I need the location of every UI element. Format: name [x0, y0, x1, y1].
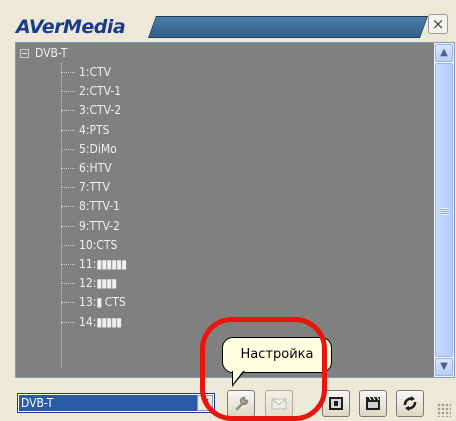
channel-item[interactable]: 9:TTV-2: [61, 217, 120, 235]
close-button[interactable]: ×: [428, 14, 448, 34]
settings-tooltip: Настройка: [222, 337, 332, 373]
channel-label: 12:: [79, 276, 97, 291]
tree-branch-line: [61, 244, 75, 246]
channel-item[interactable]: 3:CTV-2: [61, 101, 121, 119]
tree-branch-line: [61, 206, 75, 208]
scroll-up-button[interactable]: ▲: [435, 44, 453, 62]
record-icon: [329, 397, 343, 410]
channel-label: 11:: [79, 257, 97, 271]
thumb-grip-icon: [441, 208, 449, 215]
channel-label: 6:HTV: [79, 161, 112, 175]
clapper-button[interactable]: [359, 390, 387, 417]
scroll-down-button[interactable]: ▼: [435, 358, 453, 376]
channel-item[interactable]: 1:CTV: [61, 63, 111, 81]
channel-label: 13:: [79, 295, 97, 310]
tree-branch-line: [61, 72, 75, 73]
collapse-icon[interactable]: [20, 49, 29, 58]
wrench-icon: [235, 396, 249, 411]
tree-branch-line: [61, 283, 75, 285]
record-button[interactable]: [322, 390, 350, 417]
channel-label: 3:CTV-2: [79, 103, 122, 118]
channel-list-panel: DVB-T 1:CTV 2:CTV-1 3:CTV-2 4:PTS 5:DiMo 6:HT…: [15, 42, 455, 378]
vertical-scrollbar[interactable]: ▲ ▼: [434, 43, 454, 377]
tree-branch-line: [61, 91, 75, 93]
tooltip-pointer-fill: [233, 371, 243, 384]
channel-item[interactable]: 12:▮▮▮▮: [61, 274, 117, 292]
tree-root-dvbt[interactable]: DVB-T: [20, 45, 67, 61]
channel-label-garbled: ▮▮▮▮▮▮: [96, 257, 127, 271]
title-strip: [147, 16, 429, 38]
tree-branch-line: [61, 225, 75, 227]
message-button[interactable]: [265, 390, 293, 417]
channel-label-garbled: ▮▮▮▮▮: [96, 314, 122, 329]
channel-label: 1:CTV: [79, 65, 112, 79]
channel-label: 2:CTV-1: [79, 84, 122, 99]
dropdown-arrow-icon[interactable]: ▼: [197, 395, 213, 411]
source-select[interactable]: DVB-T ▼: [17, 393, 215, 413]
channel-label: 4:PTS: [79, 122, 110, 137]
channel-label: 9:TTV-2: [79, 218, 120, 233]
channel-label: 8:TTV-1: [79, 199, 120, 214]
channel-item[interactable]: 2:CTV-1: [61, 82, 121, 100]
title-bar[interactable]: AVerMedia: [6, 6, 450, 40]
tree-root-label: DVB-T: [35, 46, 68, 60]
envelope-icon: [271, 398, 287, 410]
channel-item[interactable]: 5:DiMo: [61, 140, 117, 158]
tree-branch-line: [61, 321, 75, 323]
avermedia-logo: AVerMedia: [16, 16, 126, 38]
tree-branch-line: [61, 110, 75, 112]
channel-item[interactable]: 4:PTS: [61, 121, 109, 139]
refresh-icon: [403, 396, 417, 411]
channel-label-suffix: CTS: [101, 295, 126, 310]
tree-branch-line: [61, 302, 75, 304]
clapper-icon: [366, 396, 380, 410]
tree-branch-line: [61, 168, 75, 169]
channel-label: 10:CTS: [79, 237, 118, 252]
source-selected-value: DVB-T: [19, 395, 198, 411]
avermedia-window: AVerMedia × DVB-T 1:CTV 2:CTV-1 3:CTV-2 4:P…: [0, 0, 456, 421]
channel-item[interactable]: 13:▮ CTS: [61, 293, 126, 311]
tree-branch-line: [61, 129, 75, 131]
channel-item[interactable]: 10:CTS: [61, 236, 117, 254]
settings-button[interactable]: [227, 390, 255, 417]
channel-label: 5:DiMo: [79, 141, 117, 156]
channel-label: 7:TTV: [79, 180, 110, 195]
channel-item[interactable]: 6:HTV: [61, 159, 112, 177]
scroll-thumb[interactable]: [435, 63, 453, 357]
refresh-button[interactable]: [396, 390, 424, 417]
tree-branch-line: [61, 187, 75, 189]
channel-tree: DVB-T 1:CTV 2:CTV-1 3:CTV-2 4:PTS 5:DiMo 6:HT…: [16, 43, 432, 377]
channel-label-garbled: ▮▮▮▮: [96, 276, 117, 291]
channel-label: 14:: [79, 314, 97, 329]
channel-item[interactable]: 8:TTV-1: [61, 197, 120, 215]
channel-item[interactable]: 11:▮▮▮▮▮▮: [61, 255, 127, 273]
tree-branch-line: [61, 148, 75, 150]
channel-item[interactable]: 7:TTV: [61, 178, 110, 196]
tree-branch-line: [61, 264, 75, 265]
channel-item[interactable]: 14:▮▮▮▮▮: [61, 313, 122, 331]
resize-grip-icon[interactable]: [437, 403, 451, 417]
